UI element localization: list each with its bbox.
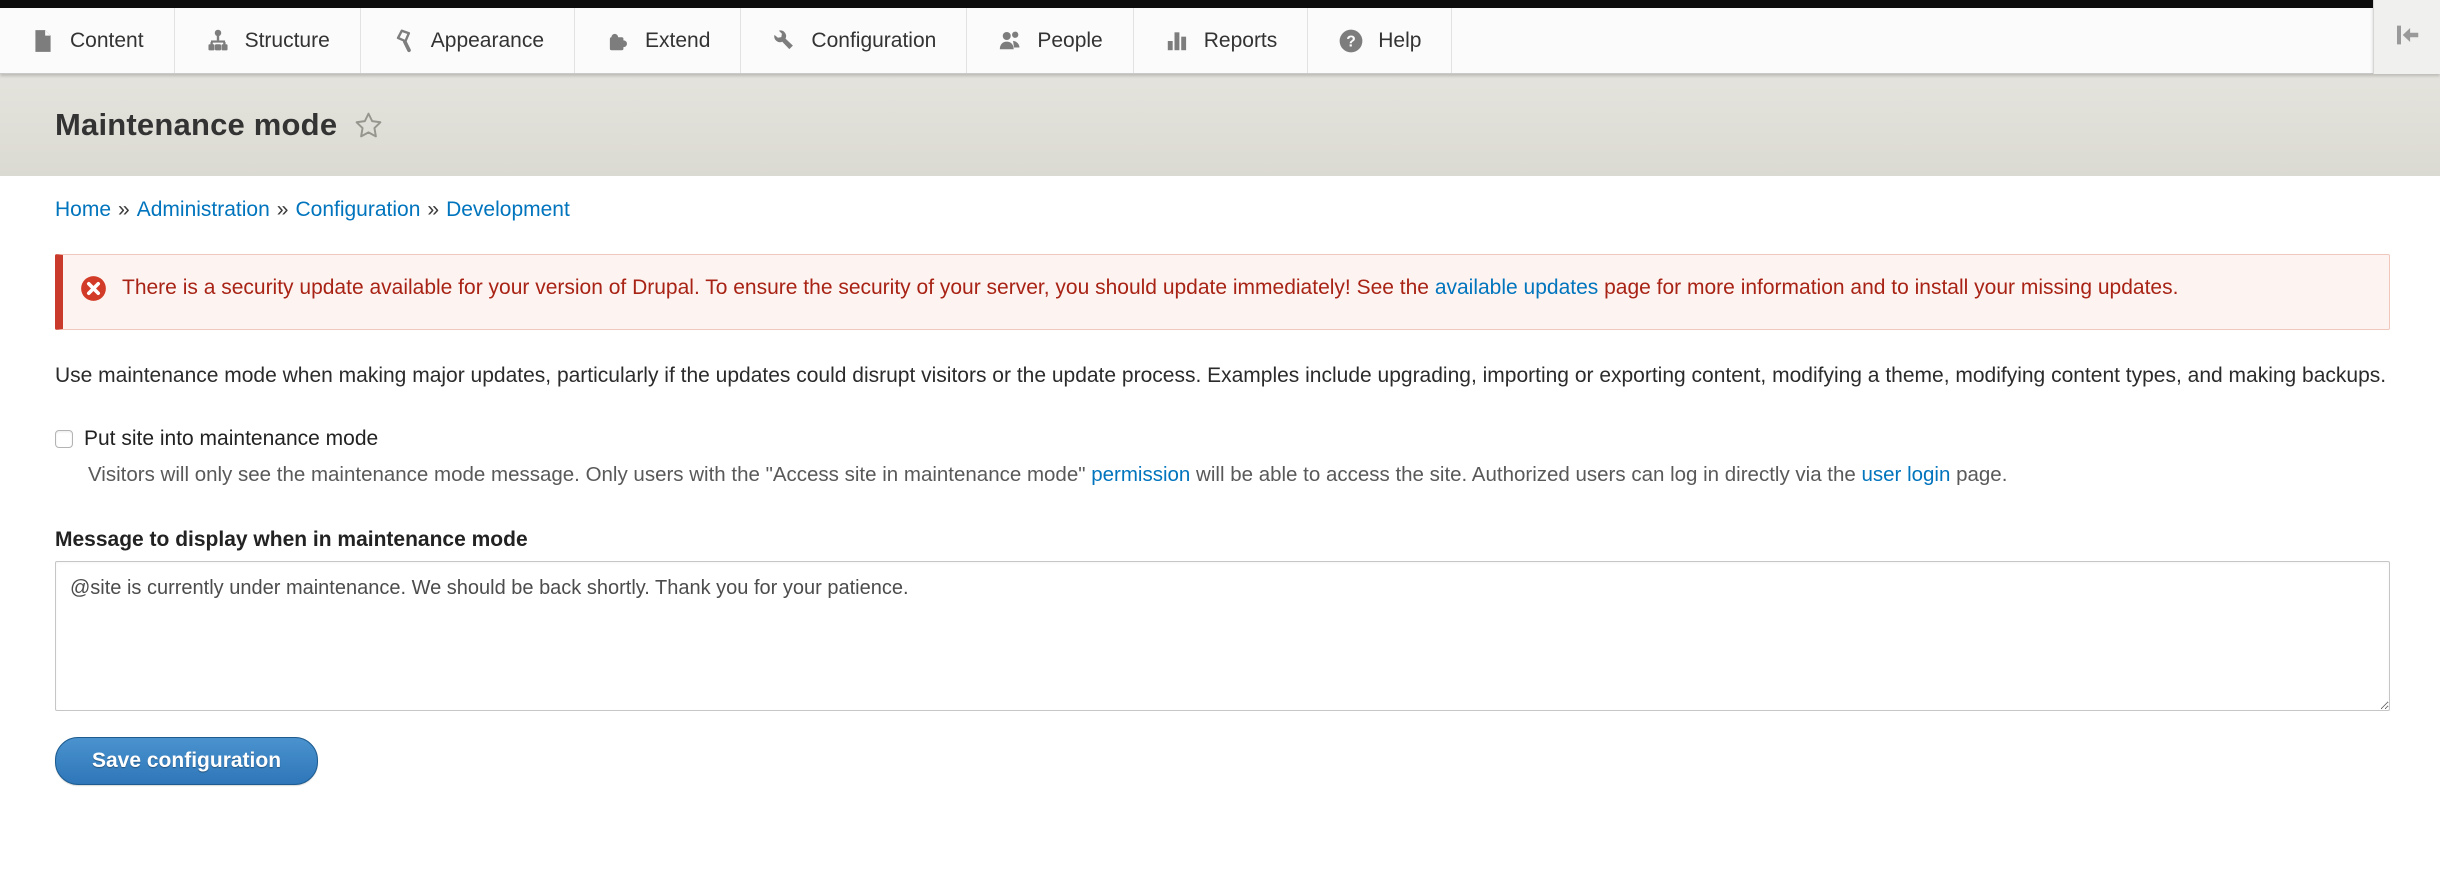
- menu-item-configuration[interactable]: Configuration: [741, 8, 967, 73]
- breadcrumb-development[interactable]: Development: [446, 198, 570, 221]
- menu-item-people[interactable]: People: [967, 8, 1133, 73]
- error-text-after: page for more information and to install…: [1598, 276, 2178, 299]
- breadcrumb-separator: »: [270, 198, 296, 221]
- message-field-label: Message to display when in maintenance m…: [55, 528, 2390, 552]
- admin-toolbar: Content Structure Appearance: [0, 0, 2440, 74]
- maintenance-message-textarea[interactable]: @site is currently under maintenance. We…: [55, 561, 2390, 711]
- error-x-circle-icon: [80, 275, 107, 312]
- breadcrumb-configuration[interactable]: Configuration: [295, 198, 420, 221]
- people-icon: [997, 28, 1023, 54]
- appearance-icon: [391, 28, 417, 54]
- maintenance-mode-checkbox-row: Put site into maintenance mode: [55, 427, 2390, 451]
- collapse-left-icon: [2392, 20, 2422, 55]
- maintenance-mode-description: Visitors will only see the maintenance m…: [88, 460, 2390, 490]
- page-title-band: Maintenance mode: [0, 74, 2440, 176]
- description-part2: will be able to access the site. Authori…: [1190, 463, 1861, 486]
- permission-link[interactable]: permission: [1091, 463, 1190, 486]
- description-part3: page.: [1950, 463, 2007, 486]
- menu-item-label: People: [1037, 29, 1102, 53]
- maintenance-intro-text: Use maintenance mode when making major u…: [55, 360, 2390, 392]
- menu-item-label: Configuration: [811, 29, 936, 53]
- menu-item-appearance[interactable]: Appearance: [361, 8, 575, 73]
- toolbar-collapse-toggle[interactable]: [2373, 0, 2440, 74]
- page: Content Structure Appearance: [0, 0, 2440, 876]
- save-configuration-button[interactable]: Save configuration: [55, 737, 318, 785]
- menu-item-content[interactable]: Content: [0, 8, 175, 73]
- user-login-link[interactable]: user login: [1862, 463, 1951, 486]
- menu-item-extend[interactable]: Extend: [575, 8, 741, 73]
- menu-item-label: Reports: [1204, 29, 1278, 53]
- error-message: There is a security update available for…: [55, 254, 2390, 330]
- menu-item-reports[interactable]: Reports: [1134, 8, 1309, 73]
- configuration-icon: [771, 28, 797, 54]
- admin-menu: Content Structure Appearance: [0, 8, 2373, 74]
- reports-icon: [1164, 28, 1190, 54]
- help-icon: ?: [1338, 28, 1364, 54]
- menu-item-label: Help: [1378, 29, 1421, 53]
- menu-item-label: Extend: [645, 29, 710, 53]
- admin-menu-wrap: Content Structure Appearance: [0, 0, 2373, 74]
- extend-icon: [605, 28, 631, 54]
- error-text-before: There is a security update available for…: [122, 276, 1435, 299]
- toolbar-top-strip: [0, 0, 2373, 8]
- structure-icon: [205, 28, 231, 54]
- maintenance-mode-checkbox-label[interactable]: Put site into maintenance mode: [84, 427, 378, 451]
- menu-item-label: Content: [70, 29, 144, 53]
- description-part1: Visitors will only see the maintenance m…: [88, 463, 1091, 486]
- error-message-text: There is a security update available for…: [122, 272, 2178, 312]
- menu-item-structure[interactable]: Structure: [175, 8, 361, 73]
- content-icon: [30, 28, 56, 54]
- available-updates-link[interactable]: available updates: [1435, 276, 1598, 299]
- breadcrumb: Home»Administration»Configuration»Develo…: [55, 198, 2390, 222]
- menu-item-label: Appearance: [431, 29, 544, 53]
- breadcrumb-separator: »: [420, 198, 446, 221]
- page-title: Maintenance mode: [55, 107, 337, 143]
- menu-item-help[interactable]: ? Help: [1308, 8, 1452, 73]
- star-outline-icon[interactable]: [353, 110, 384, 141]
- svg-text:?: ?: [1346, 33, 1356, 50]
- main-content: Home»Administration»Configuration»Develo…: [0, 198, 2440, 785]
- menu-item-label: Structure: [245, 29, 330, 53]
- breadcrumb-separator: »: [111, 198, 137, 221]
- breadcrumb-administration[interactable]: Administration: [137, 198, 270, 221]
- maintenance-mode-checkbox[interactable]: [55, 430, 73, 448]
- breadcrumb-home[interactable]: Home: [55, 198, 111, 221]
